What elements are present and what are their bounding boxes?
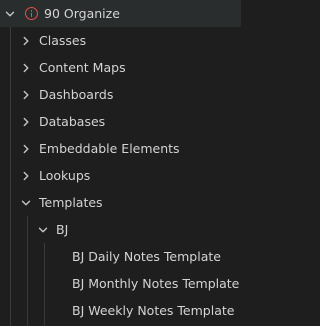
tree-item-classes[interactable]: Classes bbox=[0, 27, 241, 54]
tree-item-label: Lookups bbox=[39, 167, 91, 183]
tree-file-bj-monthly-notes-template[interactable]: BJ Monthly Notes Template bbox=[0, 270, 241, 297]
tree-item-bj-folder[interactable]: BJ bbox=[0, 216, 241, 243]
chevron-right-icon[interactable] bbox=[19, 61, 33, 75]
chevron-right-icon[interactable] bbox=[19, 142, 33, 156]
tree-item-label: 90 Organize bbox=[44, 5, 120, 21]
chevron-right-icon[interactable] bbox=[19, 34, 33, 48]
file-explorer-tree: 90 Organize Classes Content Maps Dashboa… bbox=[0, 0, 241, 326]
tree-item-90-organize[interactable]: 90 Organize bbox=[0, 0, 241, 27]
tree-file-bj-daily-notes-template[interactable]: BJ Daily Notes Template bbox=[0, 243, 241, 270]
info-circle-icon bbox=[25, 7, 38, 20]
tree-item-content-maps[interactable]: Content Maps bbox=[0, 54, 241, 81]
tree-item-label: BJ Daily Notes Template bbox=[72, 248, 221, 264]
tree-item-dashboards[interactable]: Dashboards bbox=[0, 81, 241, 108]
chevron-right-icon[interactable] bbox=[19, 169, 33, 183]
tree-item-label: Classes bbox=[39, 32, 87, 48]
tree-item-label: Dashboards bbox=[39, 86, 114, 102]
tree-file-bj-weekly-notes-template[interactable]: BJ Weekly Notes Template bbox=[0, 297, 241, 324]
tree-item-label: BJ Monthly Notes Template bbox=[72, 275, 240, 291]
tree-item-label: Templates bbox=[39, 194, 103, 210]
tree-item-label: BJ bbox=[56, 221, 69, 237]
tree-item-embeddable-elements[interactable]: Embeddable Elements bbox=[0, 135, 241, 162]
chevron-down-icon[interactable] bbox=[36, 223, 50, 237]
chevron-right-icon[interactable] bbox=[19, 88, 33, 102]
chevron-right-icon[interactable] bbox=[19, 115, 33, 129]
tree-item-label: BJ Weekly Notes Template bbox=[72, 302, 235, 318]
tree-item-label: Databases bbox=[39, 113, 106, 129]
tree-item-lookups[interactable]: Lookups bbox=[0, 162, 241, 189]
chevron-down-icon[interactable] bbox=[3, 7, 17, 21]
chevron-down-icon[interactable] bbox=[19, 196, 33, 210]
tree-item-label: Embeddable Elements bbox=[39, 140, 180, 156]
tree-item-databases[interactable]: Databases bbox=[0, 108, 241, 135]
tree-item-label: Content Maps bbox=[39, 59, 126, 75]
tree-item-templates[interactable]: Templates bbox=[0, 189, 241, 216]
